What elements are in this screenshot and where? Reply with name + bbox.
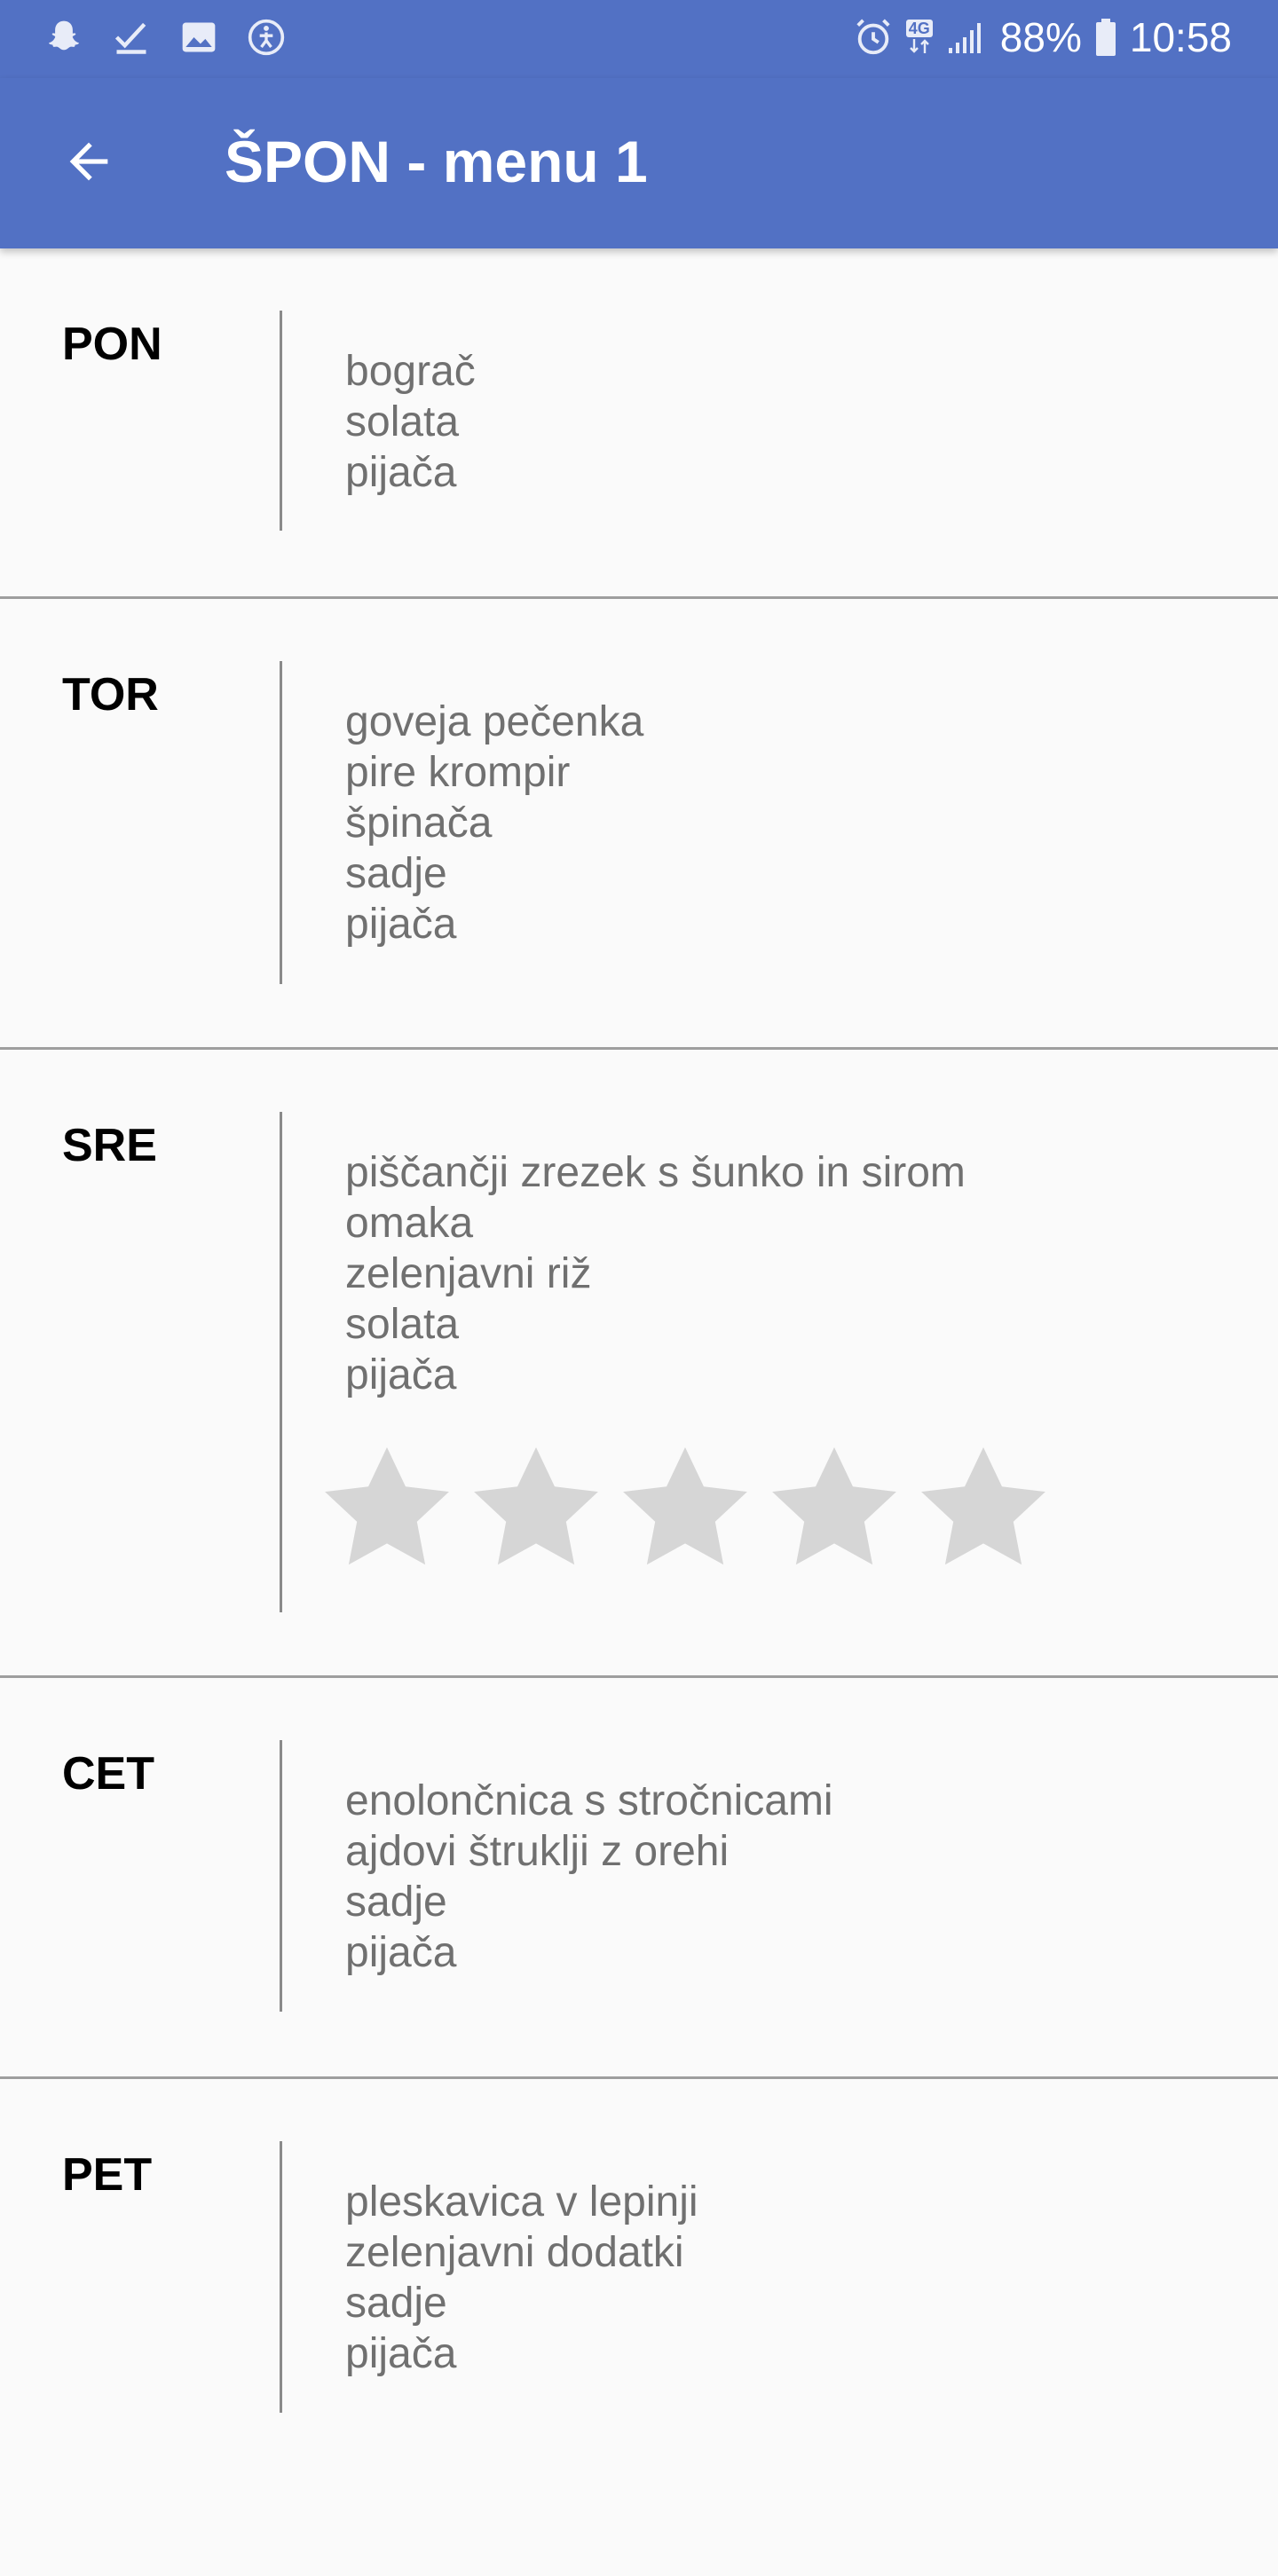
menu-item: piščančji zrezek s šunko in sirom	[345, 1149, 966, 1196]
menu-item: sadje	[345, 1879, 447, 1926]
alarm-icon	[853, 17, 894, 58]
menu-item: zelenjavni dodatki	[345, 2229, 684, 2276]
star-icon[interactable]	[623, 1447, 747, 1566]
menu-item: pijača	[345, 1929, 457, 1976]
star-icon[interactable]	[474, 1447, 598, 1566]
menu-item: ajdovi štruklji z orehi	[345, 1828, 730, 1875]
star-icon[interactable]	[921, 1447, 1045, 1566]
page-title: ŠPON - menu 1	[225, 129, 648, 194]
battery-icon	[1094, 18, 1117, 57]
menu-item: bograč	[345, 348, 476, 395]
image-icon	[179, 18, 218, 57]
menu-item: solata	[345, 398, 460, 445]
menu-items: goveja pečenka pire krompir špinača sadj…	[345, 697, 643, 949]
signal-icon	[945, 18, 988, 57]
menu-item: pijača	[345, 449, 457, 496]
menu-items: pleskavica v lepinji zelenjavni dodatki …	[345, 2177, 698, 2379]
battery-percent: 88%	[999, 14, 1082, 60]
network-type-label: 4G	[905, 20, 933, 37]
menu-items: bograč solata pijača	[345, 346, 476, 498]
column-divider	[280, 311, 282, 531]
menu-item: pijača	[345, 2330, 457, 2377]
menu-item: pire krompir	[345, 749, 571, 796]
menu-list[interactable]: PON bograč solata pijača TOR goveja peče…	[0, 248, 1278, 2576]
menu-item: sadje	[345, 850, 447, 897]
menu-item: solata	[345, 1301, 460, 1348]
day-section-sre: SRE piščančji zrezek s šunko in sirom om…	[0, 1050, 1278, 1678]
menu-item: pleskavica v lepinji	[345, 2178, 698, 2225]
day-section-pet: PET pleskavica v lepinji zelenjavni doda…	[0, 2079, 1278, 2576]
menu-item: enolončnica s stročnicami	[345, 1777, 833, 1824]
menu-items: enolončnica s stročnicami ajdovi štruklj…	[345, 1776, 833, 1978]
menu-item: zelenjavni riž	[345, 1250, 592, 1297]
snapchat-icon	[44, 18, 83, 57]
app-toolbar: ŠPON - menu 1	[0, 78, 1278, 248]
menu-item: pijača	[345, 901, 457, 948]
menu-item: omaka	[345, 1200, 474, 1247]
day-label: CET	[62, 1748, 154, 1800]
status-bar-system: 4G 88% 10:58	[853, 12, 1232, 62]
back-button[interactable]	[46, 121, 131, 206]
day-label: PON	[62, 319, 162, 370]
arrow-back-icon	[60, 133, 117, 194]
check-icon	[112, 18, 151, 57]
status-bar-notifications	[44, 12, 286, 62]
menu-items: piščančji zrezek s šunko in sirom omaka …	[345, 1147, 966, 1400]
day-section-pon: PON bograč solata pijača	[0, 248, 1278, 599]
menu-item: goveja pečenka	[345, 698, 644, 745]
status-bar: 4G 88% 10:58	[0, 0, 1278, 78]
star-icon[interactable]	[325, 1447, 449, 1566]
day-section-tor: TOR goveja pečenka pire krompir špinača …	[0, 599, 1278, 1050]
star-icon[interactable]	[772, 1447, 896, 1566]
rating-bar[interactable]	[325, 1447, 1045, 1566]
menu-item: špinača	[345, 800, 493, 847]
day-section-cet: CET enolončnica s stročnicami ajdovi štr…	[0, 1678, 1278, 2079]
menu-item: sadje	[345, 2280, 447, 2327]
accessibility-icon	[247, 18, 286, 57]
column-divider	[280, 661, 282, 984]
network-badge: 4G	[905, 20, 933, 55]
menu-item: pijača	[345, 1351, 457, 1398]
column-divider	[280, 1740, 282, 2012]
day-label: PET	[62, 2149, 153, 2201]
clock: 10:58	[1129, 14, 1232, 60]
column-divider	[280, 1112, 282, 1612]
day-label: TOR	[62, 669, 159, 721]
column-divider	[280, 2141, 282, 2413]
day-label: SRE	[62, 1120, 157, 1171]
